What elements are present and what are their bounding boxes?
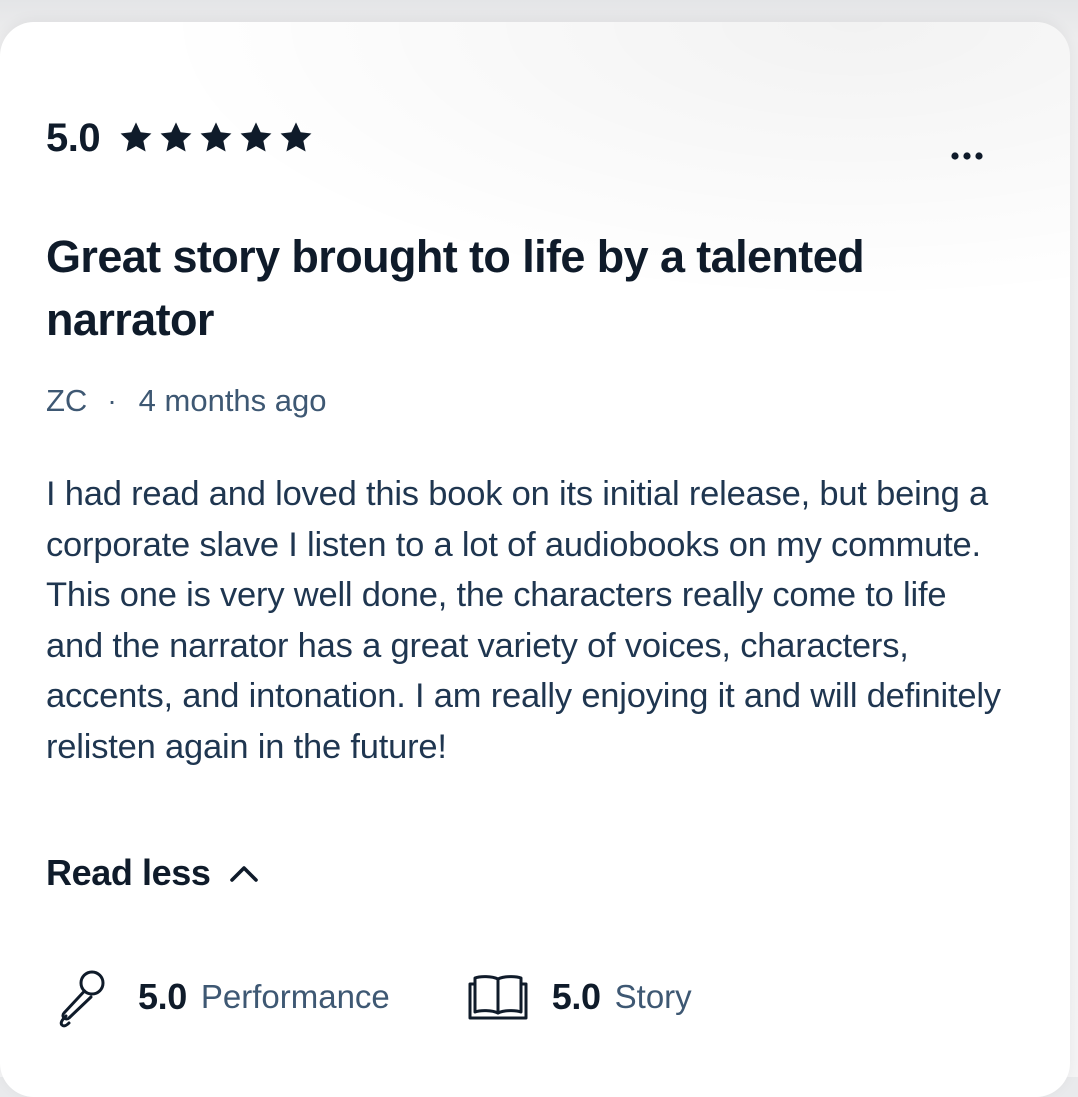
read-less-label: Read less [46, 852, 211, 893]
performance-value: 5.0 [138, 976, 187, 1017]
star-icon [240, 122, 272, 152]
meta-separator: · [107, 385, 117, 416]
review-title: Great story brought to life by a talente… [46, 231, 865, 345]
open-book-icon [468, 975, 528, 1020]
star-icon [120, 122, 152, 152]
star-rating [118, 120, 314, 156]
more-options-button[interactable] [944, 140, 990, 172]
performance-label: Performance [200, 978, 390, 1015]
star-icon [280, 122, 312, 152]
review-date: 4 months ago [138, 383, 327, 418]
story-label: Story [614, 978, 692, 1015]
performance-rating: 5.0 Performance [52, 965, 390, 1029]
chevron-up-icon [229, 866, 258, 882]
overall-rating-value: 5.0 [46, 115, 101, 160]
review-card: 5.0 Great story brought to life by a tal… [0, 22, 1070, 1097]
story-rating: 5.0 Story [466, 965, 692, 1029]
review-meta: ZC · 4 months ago [46, 380, 327, 422]
read-less-button[interactable]: Read less [46, 848, 259, 898]
review-body: I had read and loved this book on its in… [46, 475, 1001, 766]
overall-rating: 5.0 [46, 114, 314, 162]
ellipsis-icon [951, 152, 983, 160]
star-icon [200, 122, 232, 152]
story-value: 5.0 [551, 976, 601, 1017]
microphone-icon [59, 970, 105, 1028]
sub-ratings: 5.0 Performance 5.0 Story [52, 962, 692, 1032]
review-author: ZC [46, 383, 88, 418]
star-icon [160, 122, 192, 152]
